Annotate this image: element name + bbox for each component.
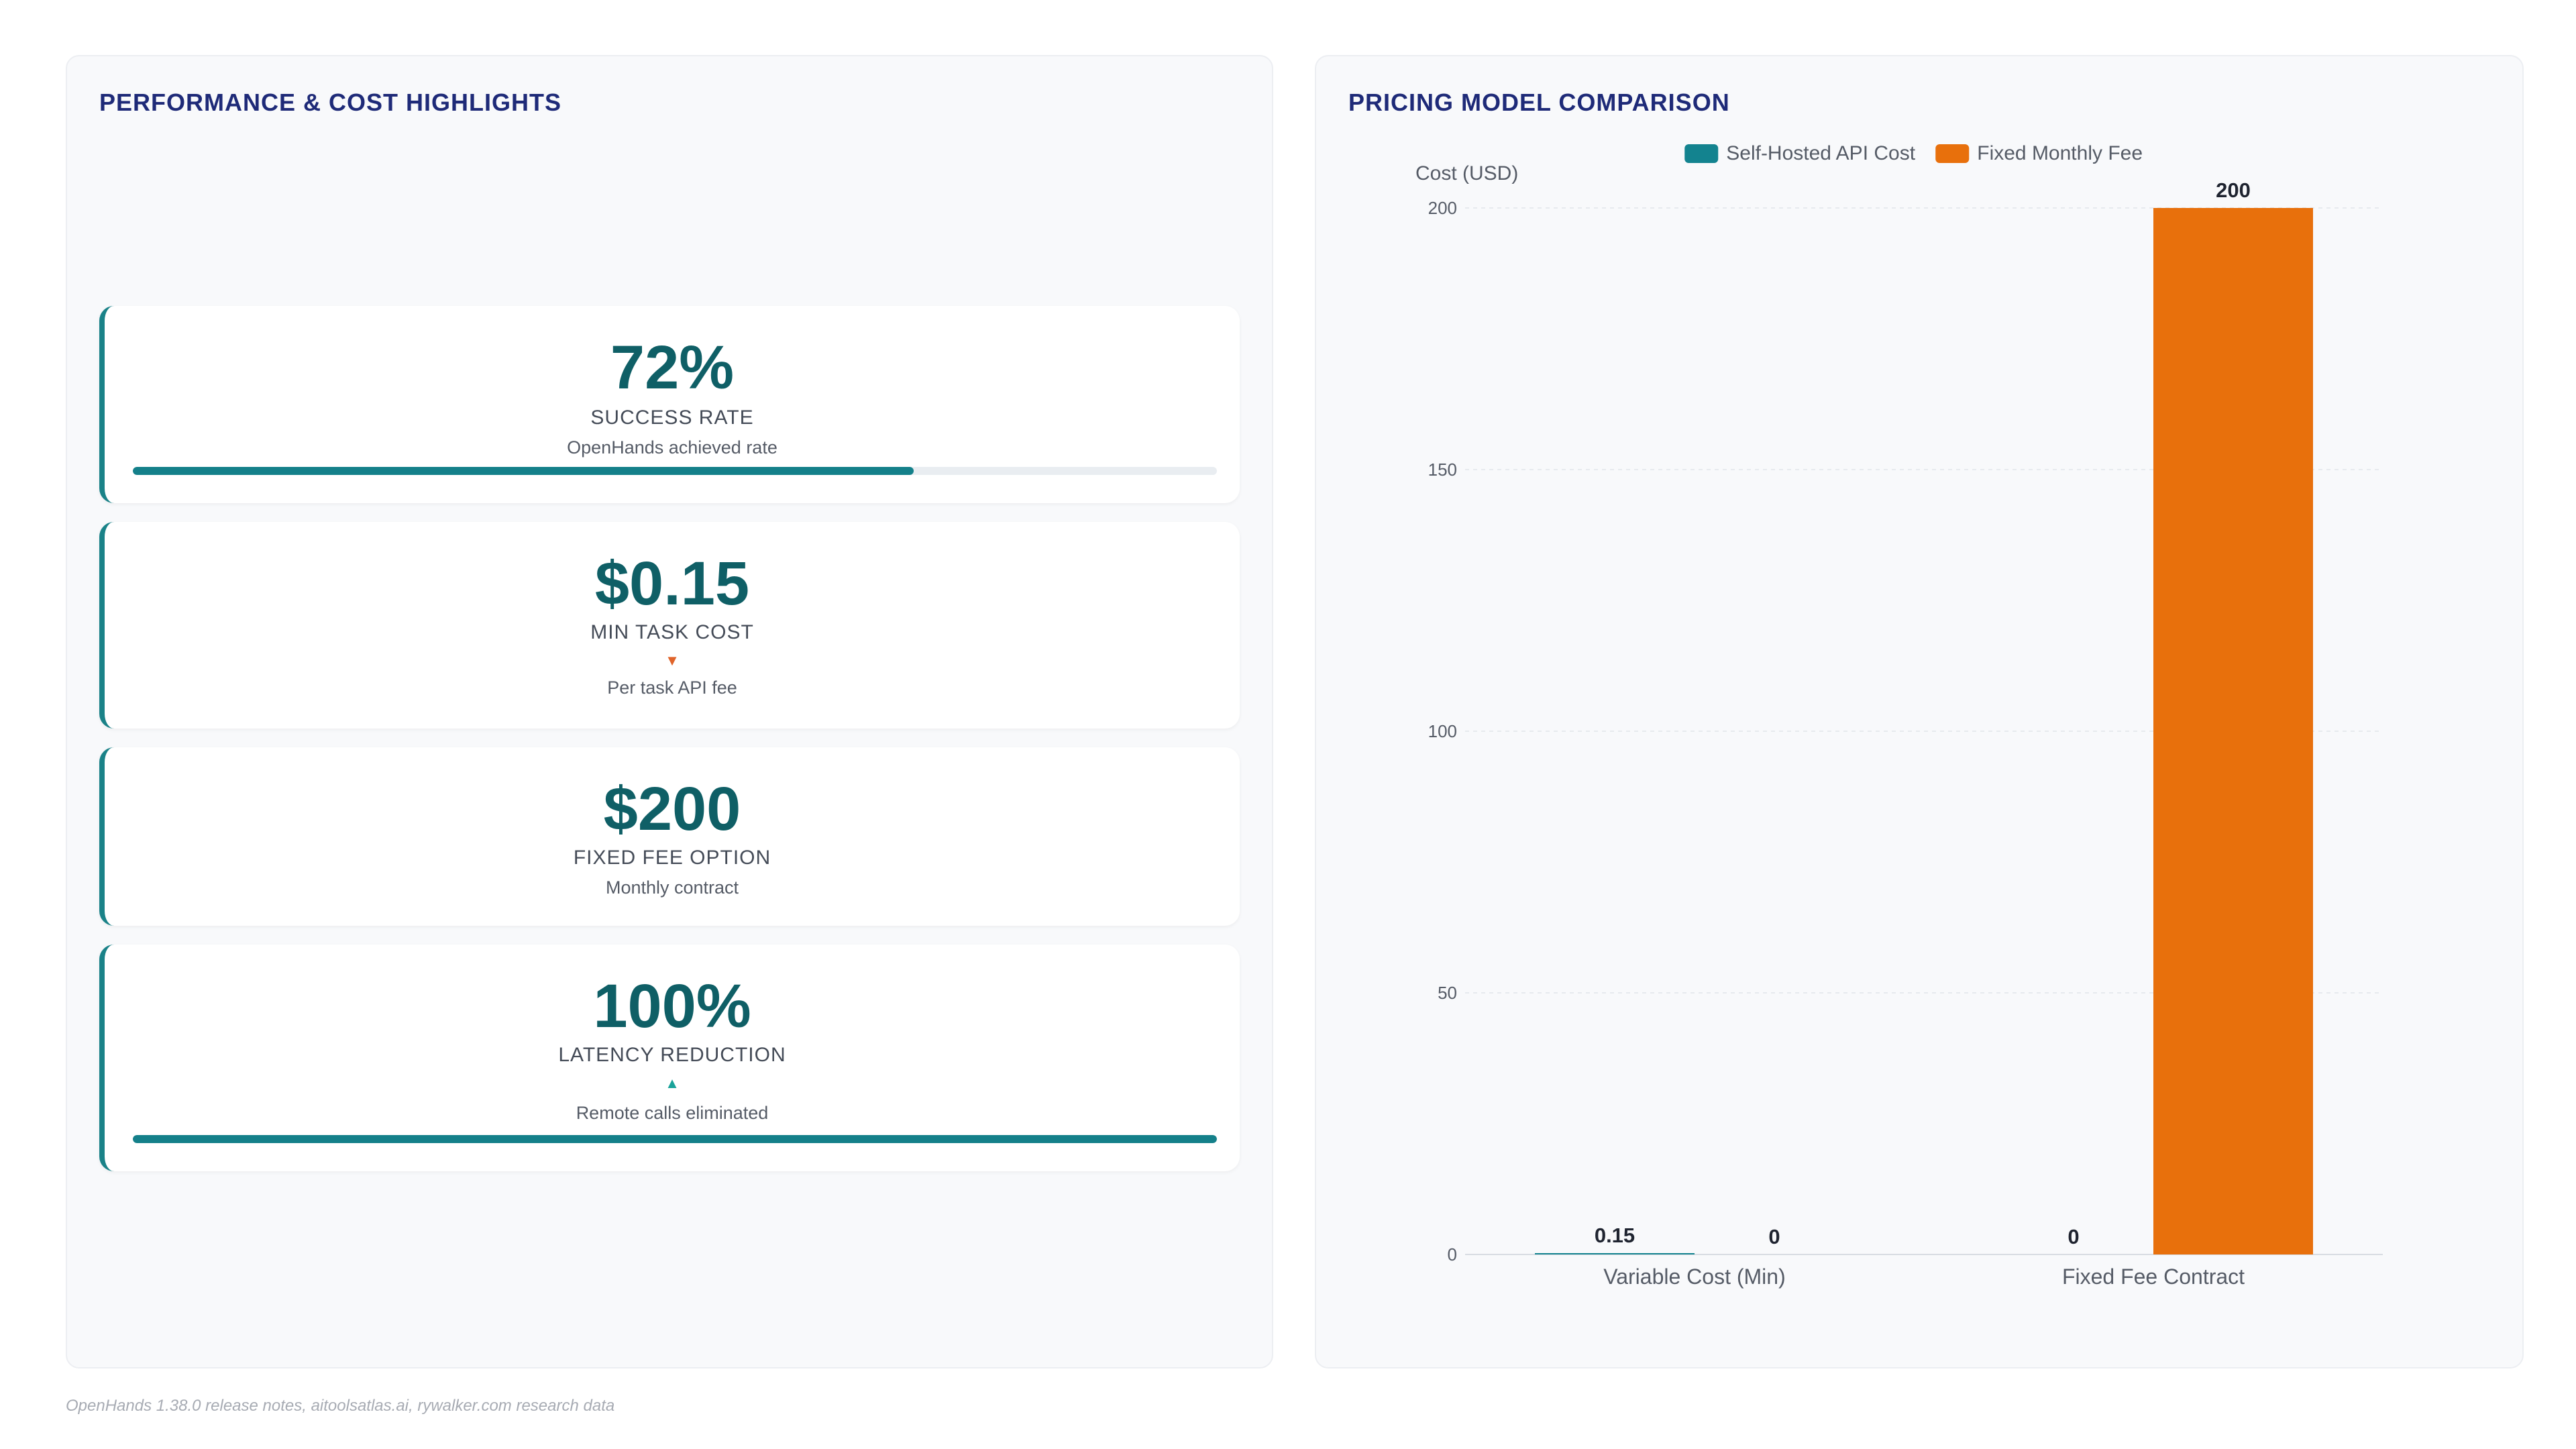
kpi-subtext: Monthly contract: [605, 877, 739, 898]
kpi-value: 100%: [593, 972, 751, 1040]
kpi-subtext: Per task API fee: [607, 678, 737, 698]
legend-label: Self-Hosted API Cost: [1726, 142, 1915, 164]
kpi-label: SUCCESS RATE: [590, 407, 754, 429]
data-label: 0: [2068, 1225, 2079, 1248]
legend-swatch: [1684, 144, 1719, 163]
kpi-label: MIN TASK COST: [590, 621, 754, 643]
kpi-value: $200: [603, 775, 741, 843]
y-tick-label: 50: [1438, 983, 1457, 1003]
y-tick-label: 150: [1428, 460, 1457, 480]
kpi-card-success-rate: 72% SUCCESS RATE OpenHands achieved rate: [99, 306, 1240, 503]
kpi-card-fixed-fee: $200 FIXED FEE OPTION Monthly contract: [99, 747, 1240, 926]
kpi-progress-fill: [133, 1135, 1217, 1143]
trend-down-icon: ▼: [665, 652, 680, 669]
kpi-card-min-task-cost: $0.15 MIN TASK COST ▼ Per task API fee: [99, 522, 1240, 729]
kpi-label: LATENCY REDUCTION: [558, 1044, 786, 1066]
kpi-progress-bar: [133, 1135, 1217, 1143]
bar-fixed-monthly-fee: [2153, 208, 2313, 1254]
legend-label: Fixed Monthly Fee: [1977, 142, 2143, 164]
kpi-progress-bar: [133, 467, 1217, 475]
kpi-value: 72%: [610, 333, 735, 402]
y-tick-label: 0: [1448, 1244, 1457, 1265]
bar-self-hosted-api-cost: [1535, 1253, 1695, 1254]
kpi-progress-fill: [133, 467, 914, 475]
legend-swatch: [1935, 144, 1970, 163]
y-tick-label: 200: [1428, 198, 1457, 218]
pricing-chart: 0 50 100 150 200 Cost (USD) Self-Hosted API Co…: [1415, 142, 2383, 1289]
highlights-title: PERFORMANCE & COST HIGHLIGHTS: [99, 89, 562, 116]
pricing-panel: PRICING MODEL COMPARISON 0 50 100 150 200 Cos…: [1315, 55, 2524, 1368]
x-tick-label: Variable Cost (Min): [1603, 1265, 1785, 1289]
kpi-label: FIXED FEE OPTION: [573, 847, 771, 869]
highlights-panel: PERFORMANCE & COST HIGHLIGHTS 72% SUCCES…: [66, 55, 1273, 1368]
data-label: 0: [1768, 1225, 1780, 1248]
source-footnote: OpenHands 1.38.0 release notes, aitoolsa…: [66, 1397, 615, 1415]
trend-up-icon: ▲: [665, 1075, 680, 1091]
data-label: 200: [2216, 178, 2251, 202]
kpi-card-latency-reduction: 100% LATENCY REDUCTION ▲ Remote calls el…: [99, 945, 1240, 1171]
y-tick-label: 100: [1428, 721, 1457, 741]
kpi-subtext: OpenHands achieved rate: [567, 437, 777, 458]
data-label: 0.15: [1595, 1224, 1635, 1247]
x-tick-label: Fixed Fee Contract: [2062, 1265, 2245, 1289]
kpi-value: $0.15: [594, 549, 750, 618]
y-axis-label: Cost (USD): [1415, 162, 1518, 184]
kpi-subtext: Remote calls eliminated: [576, 1103, 769, 1123]
